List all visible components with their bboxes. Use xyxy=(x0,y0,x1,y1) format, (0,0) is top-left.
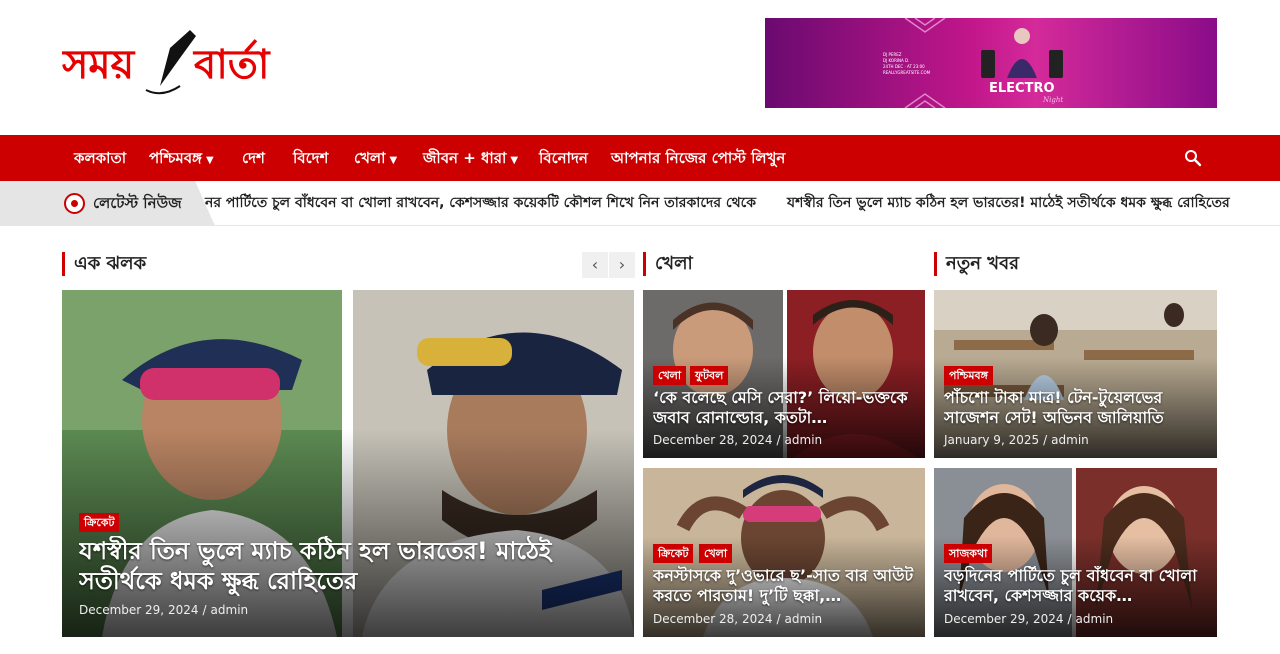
article-date[interactable]: December 29, 2024 xyxy=(944,612,1063,626)
category-badge[interactable]: খেলা xyxy=(699,544,733,563)
meta-separator: / xyxy=(1043,433,1048,447)
nav-item-desh[interactable]: দেশ xyxy=(242,135,265,181)
chevron-left-icon[interactable]: ‹ xyxy=(582,252,608,278)
category-badge[interactable]: ক্রিকেট xyxy=(79,513,120,532)
banner-line-3: 24TH DEC · AT 23:00 xyxy=(883,64,925,69)
article-meta: December 28, 2024 / admin xyxy=(653,433,822,447)
caret-down-icon: ▼ xyxy=(389,155,398,166)
nav-item-label: বিনোদন xyxy=(539,149,588,167)
logo-text-right: বার্তা xyxy=(192,39,271,88)
article-meta: December 28, 2024 / admin xyxy=(653,612,822,626)
khela-article-card[interactable]: খেলা ফুটবল ‘কে বলেছে মেসি সেরা?’ লিয়ো-ভ… xyxy=(643,290,925,458)
section-title-ek-jholok: এক ঝলক xyxy=(62,252,146,276)
logo-text-left: সময় xyxy=(62,42,136,88)
pen-nib-icon xyxy=(145,30,196,95)
nav-item-kolkata[interactable]: কলকাতা xyxy=(74,135,126,181)
nav-item-label: খেলা xyxy=(354,149,386,167)
ticker-label: লেটেস্ট নিউজ xyxy=(93,194,182,212)
article-author[interactable]: admin xyxy=(1051,433,1089,447)
article-date[interactable]: January 9, 2025 xyxy=(944,433,1039,447)
article-title[interactable]: ‘কে বলেছে মেসি সেরা?’ লিয়ো-ভক্তকে জবাব … xyxy=(653,388,915,430)
article-author[interactable]: admin xyxy=(1076,612,1114,626)
banner-line-4: REALLYGREATSITE.COM xyxy=(883,70,931,75)
article-date[interactable]: December 28, 2024 xyxy=(653,433,772,447)
nav-item-label: জীবন + ধারা xyxy=(423,149,507,167)
article-author[interactable]: admin xyxy=(785,612,823,626)
article-date[interactable]: December 29, 2024 xyxy=(79,603,198,617)
article-author[interactable]: admin xyxy=(785,433,823,447)
article-meta: December 29, 2024 / admin xyxy=(944,612,1113,626)
site-logo[interactable]: সময় বার্তা xyxy=(60,26,292,98)
nav-item-write-post[interactable]: আপনার নিজের পোস্ট লিখুন xyxy=(611,135,785,181)
section-title-notun-khobor: নতুন খবর xyxy=(934,252,1019,276)
nav-item-label: পশ্চিমবঙ্গ xyxy=(149,149,202,167)
nav-item-label: কলকাতা xyxy=(74,149,127,167)
article-date[interactable]: December 28, 2024 xyxy=(653,612,772,626)
banner-brand: ELECTRO xyxy=(989,81,1055,96)
khela-article-card[interactable]: ক্রিকেট খেলা কনস্টাসকে দু’ওভারে ছ’-সাত ব… xyxy=(643,468,925,637)
category-badge[interactable]: পশ্চিমবঙ্গ xyxy=(944,366,993,385)
meta-separator: / xyxy=(776,433,781,447)
meta-separator: / xyxy=(202,603,207,617)
advertisement-banner[interactable]: DJ PEREZ DJ KORINA D. 24TH DEC · AT 23:0… xyxy=(765,18,1217,108)
nav-item-binodon[interactable]: বিনোদন xyxy=(539,135,588,181)
meta-separator: / xyxy=(776,612,781,626)
caret-down-icon: ▼ xyxy=(206,155,214,166)
live-dot-icon xyxy=(64,193,85,214)
banner-line-1: DJ PEREZ xyxy=(883,52,902,57)
article-author[interactable]: admin xyxy=(211,603,249,617)
search-icon[interactable] xyxy=(1184,149,1202,167)
nav-item-label: আপনার নিজের পোস্ট লিখুন xyxy=(611,149,786,167)
site-header: সময় বার্তা DJ PEREZ DJ KORINA D. 24TH D… xyxy=(0,0,1280,135)
meta-separator: / xyxy=(1067,612,1072,626)
ticker-item[interactable]: যশস্বীর তিন ভুলে ম্যাচ কঠিন হল ভারতের! ম… xyxy=(787,181,1230,225)
article-meta: January 9, 2025 /admin xyxy=(944,433,1089,447)
notun-khobor-article-card[interactable]: পশ্চিমবঙ্গ পাঁচশো টাকা মাত্র! টেন-টুয়েল… xyxy=(934,290,1217,458)
speaker-icon xyxy=(1049,50,1063,78)
chevron-right-icon[interactable]: › xyxy=(609,252,635,278)
nav-item-label: দেশ xyxy=(242,149,265,167)
main-navigation: কলকাতা পশ্চিমবঙ্গ ▼ দেশ বিদেশ খেলা ▼ জীবন … xyxy=(0,135,1280,181)
notun-khobor-article-card[interactable]: সাজকথা বড়দিনের পার্টিতে চুল বাঁধবেন বা … xyxy=(934,468,1217,637)
category-badge[interactable]: খেলা xyxy=(653,366,687,385)
article-title[interactable]: বড়দিনের পার্টিতে চুল বাঁধবেন বা খোলা রা… xyxy=(944,566,1206,608)
nav-item-label: বিদেশ xyxy=(293,149,329,167)
ticker-item[interactable]: নর পার্টিতে চুল বাঁধবেন বা খোলা রাখবেন, … xyxy=(205,181,756,225)
banner-brand-sub: Night xyxy=(1042,96,1063,104)
banner-line-2: DJ KORINA D. xyxy=(883,58,909,63)
article-meta: December 29, 2024 / admin xyxy=(79,603,248,617)
caret-down-icon: ▼ xyxy=(510,155,519,166)
category-badge[interactable]: ফুটবল xyxy=(690,366,729,385)
nav-item-bidesh[interactable]: বিদেশ xyxy=(293,135,328,181)
nav-item-khela[interactable]: খেলা ▼ xyxy=(354,135,397,181)
speaker-icon xyxy=(981,50,995,78)
article-title[interactable]: পাঁচশো টাকা মাত্র! টেন-টুয়েলভের সাজেশন … xyxy=(944,388,1206,430)
latest-news-ticker: লেটেস্ট নিউজ নর পার্টিতে চুল বাঁধবেন বা … xyxy=(0,181,1280,226)
nav-item-paschimbanga[interactable]: পশ্চিমবঙ্গ ▼ xyxy=(149,135,214,181)
section-title-khela: খেলা xyxy=(643,252,693,276)
featured-article-card[interactable]: ক্রিকেট যশস্বীর তিন ভুলে ম্যাচ কঠিন হল ভ… xyxy=(62,290,634,637)
article-title[interactable]: কনস্টাসকে দু’ওভারে ছ’-সাত বার আউট করতে প… xyxy=(653,566,915,608)
nav-item-jibon-dhara[interactable]: জীবন + ধারা ▼ xyxy=(423,135,518,181)
category-badge[interactable]: সাজকথা xyxy=(944,544,993,563)
featured-title[interactable]: যশস্বীর তিন ভুলে ম্যাচ কঠিন হল ভারতের! ম… xyxy=(79,536,609,596)
category-badge[interactable]: ক্রিকেট xyxy=(653,544,694,563)
